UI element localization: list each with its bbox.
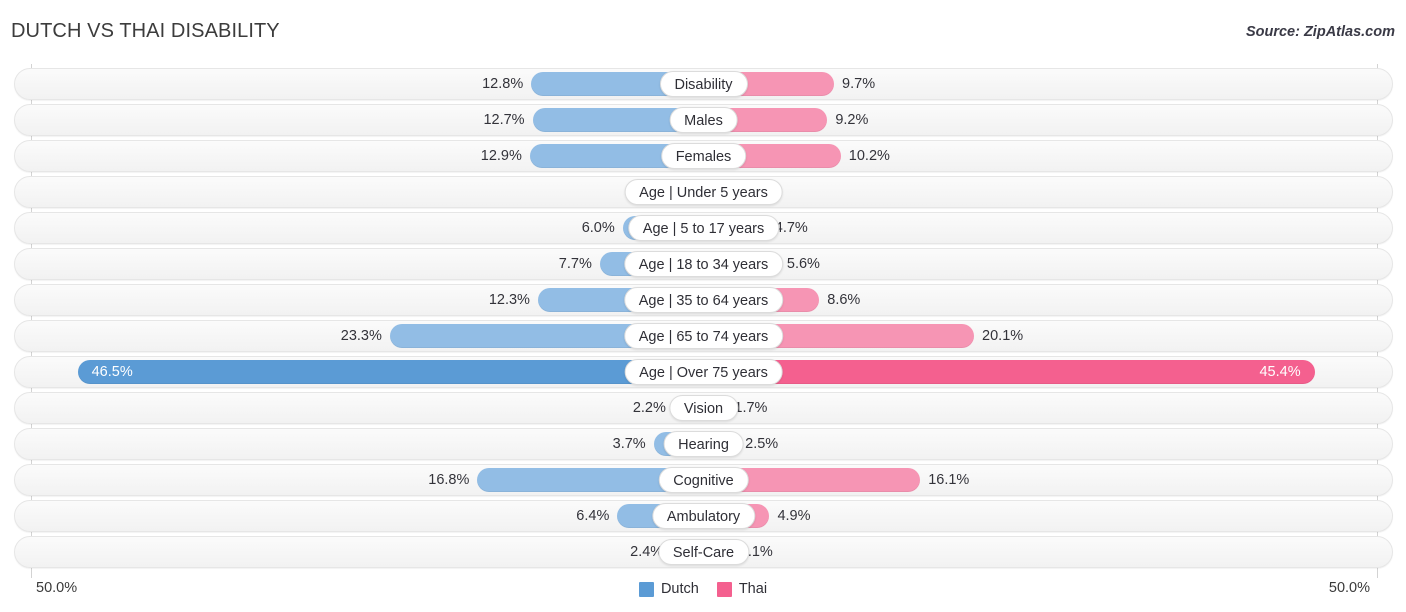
row-category-label[interactable]: Ambulatory (651, 503, 756, 529)
chart-row[interactable]: 12.7% 9.2% Males (14, 104, 1393, 136)
value-label-dutch: 46.5% (91, 364, 133, 380)
value-label-dutch: 3.7% (612, 436, 646, 452)
chart-row[interactable]: 12.3% 8.6% Age | 35 to 64 years (14, 284, 1393, 316)
row-category-label[interactable]: Males (669, 107, 738, 133)
row-category-label[interactable]: Cognitive (658, 467, 749, 493)
row-category-label[interactable]: Age | 5 to 17 years (627, 215, 780, 241)
bar-thai[interactable] (703, 360, 1315, 384)
row-category-label[interactable]: Vision (668, 395, 739, 421)
bar-dutch[interactable] (77, 360, 704, 384)
chart-row[interactable]: 46.5% 45.4% Age | Over 75 years (14, 356, 1393, 388)
diverging-bar-chart: 12.8% 9.7% Disability 12.7% 9.2% Males 12.9% 10… (0, 64, 1406, 578)
chart-row[interactable]: 2.2% 1.7% Vision (14, 392, 1393, 424)
page-title: DUTCH VS THAI DISABILITY (11, 20, 280, 42)
chart-row[interactable]: 1.7%1.1%Age | Under 5 years (14, 176, 1393, 208)
chart-row[interactable]: 3.7% 2.5% Hearing (14, 428, 1393, 460)
value-label-thai: 9.7% (842, 76, 876, 92)
row-category-label[interactable]: Females (660, 143, 747, 169)
legend-item-thai[interactable]: Thai (716, 581, 768, 597)
legend-item-dutch[interactable]: Dutch (638, 581, 699, 597)
value-label-thai: 45.4% (1259, 364, 1301, 380)
legend-swatch-thai (716, 581, 732, 597)
chart-row[interactable]: 12.9% 10.2% Females (14, 140, 1393, 172)
row-category-label[interactable]: Age | Over 75 years (624, 359, 783, 385)
chart-row[interactable]: 2.4% 2.1% Self-Care (14, 536, 1393, 568)
value-label-thai: 4.9% (777, 508, 811, 524)
value-label-thai: 9.2% (835, 112, 869, 128)
chart-row[interactable]: 6.4% 4.9% Ambulatory (14, 500, 1393, 532)
value-label-dutch: 12.7% (483, 112, 525, 128)
row-category-label[interactable]: Disability (659, 71, 748, 97)
value-label-dutch: 12.3% (488, 292, 530, 308)
row-category-label[interactable]: Age | 35 to 64 years (623, 287, 784, 313)
value-label-thai: 20.1% (982, 328, 1024, 344)
chart-page: DUTCH VS THAI DISABILITY Source: ZipAtla… (0, 0, 1406, 612)
chart-legend: Dutch Thai (0, 581, 1406, 597)
chart-row[interactable]: 7.7% 5.6% Age | 18 to 34 years (14, 248, 1393, 280)
chart-row[interactable]: 23.3% 20.1% Age | 65 to 74 years (14, 320, 1393, 352)
row-category-label[interactable]: Self-Care (657, 539, 750, 565)
value-label-thai: 5.6% (786, 256, 820, 272)
value-label-dutch: 16.8% (428, 472, 470, 488)
chart-row[interactable]: 12.8% 9.7% Disability (14, 68, 1393, 100)
value-label-dutch: 7.7% (558, 256, 592, 272)
value-label-dutch: 12.9% (480, 148, 522, 164)
value-label-dutch: 12.8% (482, 76, 524, 92)
value-label-thai: 8.6% (827, 292, 861, 308)
value-label-dutch: 23.3% (340, 328, 382, 344)
row-category-label[interactable]: Age | 18 to 34 years (623, 251, 784, 277)
row-category-label[interactable]: Age | Under 5 years (624, 179, 783, 205)
value-label-dutch: 6.4% (576, 508, 610, 524)
value-label-thai: 16.1% (928, 472, 970, 488)
row-category-label[interactable]: Age | 65 to 74 years (623, 323, 784, 349)
value-label-dutch: 6.0% (581, 220, 615, 236)
chart-row[interactable]: 16.8% 16.1% Cognitive (14, 464, 1393, 496)
legend-swatch-dutch (638, 581, 654, 597)
row-category-label[interactable]: Hearing (663, 431, 744, 457)
value-label-dutch: 2.2% (632, 400, 666, 416)
legend-label-dutch: Dutch (660, 581, 699, 597)
source-attribution: Source: ZipAtlas.com (1245, 24, 1395, 40)
value-label-thai: 10.2% (848, 148, 890, 164)
legend-label-thai: Thai (738, 581, 768, 597)
chart-row[interactable]: 6.0% 4.7% Age | 5 to 17 years (14, 212, 1393, 244)
chart-footer: 50.0% 50.0% Dutch Thai (0, 576, 1406, 612)
